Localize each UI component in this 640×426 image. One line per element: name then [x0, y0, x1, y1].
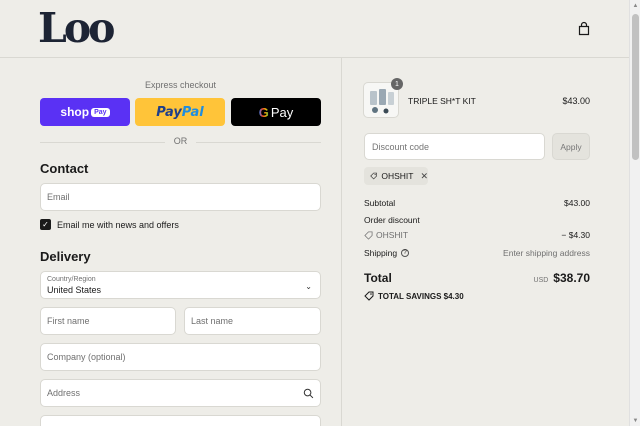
paypal-text-part1: Pay	[156, 104, 182, 120]
order-discount-value: − $4.30	[561, 230, 590, 240]
order-summary: 1 TRIPLE SH*T KIT $43.00 Apply OHSHIT ✕ …	[343, 58, 629, 426]
subtotal-label: Subtotal	[364, 198, 396, 208]
header: Loo	[0, 0, 629, 58]
scroll-down-arrow-icon[interactable]: ▼	[630, 415, 640, 426]
order-discount-code: OHSHIT	[364, 230, 408, 240]
total-savings: TOTAL SAVINGS $4.30	[364, 291, 464, 301]
delivery-title: Delivery	[40, 249, 91, 264]
shop-pay-text: shop	[60, 105, 90, 119]
total-label: Total	[364, 271, 392, 285]
total-value: $38.70	[553, 271, 590, 285]
help-icon[interactable]: ?	[401, 249, 410, 257]
tag-icon	[364, 291, 374, 301]
discount-code-field[interactable]	[364, 133, 545, 160]
or-divider: OR	[40, 136, 321, 148]
country-label: Country/Region	[47, 276, 96, 283]
tag-icon	[370, 172, 377, 180]
google-pay-text: Pay	[270, 104, 294, 120]
scroll-thumb[interactable]	[632, 14, 639, 160]
google-g-icon: G	[258, 104, 269, 120]
shop-pay-pill: Pay	[91, 107, 110, 117]
country-select[interactable]: Country/Region United States ⌄	[40, 271, 321, 299]
total-savings-text: TOTAL SAVINGS $4.30	[378, 291, 464, 301]
last-name-input[interactable]	[191, 316, 320, 326]
chevron-down-icon: ⌄	[305, 282, 312, 291]
discount-code-input[interactable]	[372, 141, 544, 152]
scroll-up-arrow-icon[interactable]: ▲	[630, 0, 640, 11]
country-value: United States	[47, 285, 102, 295]
applied-discount-tag: OHSHIT ✕	[364, 167, 428, 185]
email-input[interactable]	[47, 192, 320, 202]
quantity-badge: 1	[391, 78, 403, 90]
page-scrollbar[interactable]: ▲ ▼	[629, 0, 640, 426]
email-field[interactable]	[40, 183, 321, 211]
next-field[interactable]	[40, 415, 321, 426]
product-name: TRIPLE SH*T KIT	[408, 96, 476, 106]
search-icon	[303, 388, 314, 399]
newsletter-checkbox[interactable]: ✓	[40, 219, 51, 230]
shipping-label-group: Shipping ?	[364, 248, 410, 258]
checkout-form: Express checkout shop Pay Pay Pal G Pay O…	[0, 58, 342, 426]
shipping-label: Shipping	[364, 248, 398, 258]
company-input[interactable]	[47, 352, 320, 362]
first-name-field[interactable]	[40, 307, 176, 335]
subtotal-value: $43.00	[564, 198, 590, 208]
currency-code: USD	[533, 277, 549, 284]
product-price: $43.00	[562, 96, 590, 106]
contact-title: Contact	[40, 161, 89, 176]
first-name-input[interactable]	[47, 316, 175, 326]
total-group: USD $38.70	[534, 271, 590, 285]
google-pay-button[interactable]: G Pay	[231, 98, 321, 126]
last-name-field[interactable]	[184, 307, 321, 335]
or-text: OR	[173, 136, 188, 146]
company-field[interactable]	[40, 343, 321, 371]
order-discount-label: Order discount	[364, 215, 420, 225]
express-checkout-label: Express checkout	[144, 80, 217, 90]
store-logo[interactable]: Loo	[38, 4, 116, 52]
applied-code: OHSHIT	[381, 171, 414, 181]
paypal-text-part2: Pal	[181, 104, 204, 120]
newsletter-label: Email me with news and offers	[57, 219, 179, 230]
address-input[interactable]	[47, 388, 320, 398]
order-discount-code-text: OHSHIT	[376, 230, 409, 240]
shop-pay-button[interactable]: shop Pay	[40, 98, 130, 126]
apply-button[interactable]: Apply	[552, 133, 590, 160]
paypal-button[interactable]: Pay Pal	[135, 98, 225, 126]
newsletter-row[interactable]: ✓ Email me with news and offers	[40, 219, 179, 230]
shipping-value: Enter shipping address	[503, 248, 590, 258]
remove-code-icon[interactable]: ✕	[420, 171, 428, 182]
shopping-bag-icon[interactable]	[576, 21, 592, 37]
address-field[interactable]	[40, 379, 321, 407]
tag-icon	[364, 230, 373, 240]
